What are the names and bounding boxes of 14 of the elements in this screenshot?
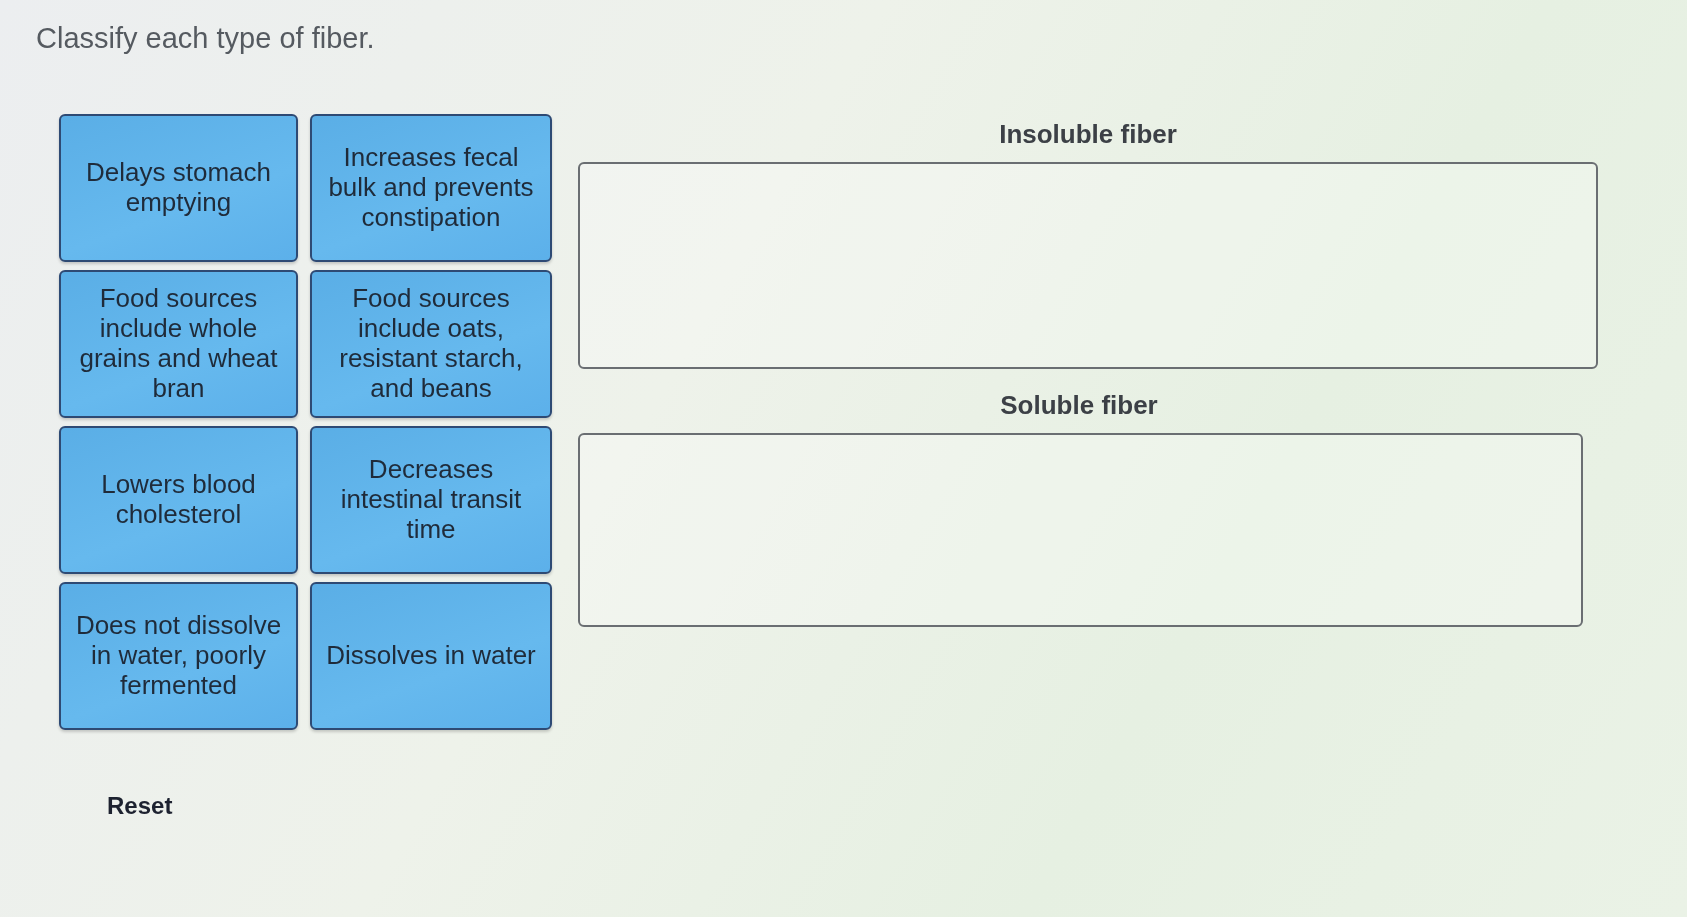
drag-card[interactable]: Increases fecal bulk and prevents constipation <box>310 114 552 262</box>
drag-card[interactable]: Decreases intestinal transit time <box>310 426 552 574</box>
drag-card[interactable]: Food sources include oats, resistant starch, and beans <box>310 270 552 418</box>
drag-card[interactable]: Does not dissolve in water, poorly fermented <box>59 582 298 730</box>
question-text: Classify each type of fiber. <box>36 21 375 56</box>
drag-card[interactable]: Lowers blood cholesterol <box>59 426 298 574</box>
zone-label: Insoluble fiber <box>999 119 1177 149</box>
reset-button[interactable]: Reset <box>105 790 175 822</box>
drag-card[interactable]: Food sources include whole grains and wheat bran <box>59 270 298 418</box>
drag-card[interactable]: Delays stomach emptying <box>59 114 298 262</box>
drop-zone[interactable] <box>578 433 1583 627</box>
drag-card[interactable]: Dissolves in water <box>310 582 552 730</box>
drop-zone[interactable] <box>578 162 1598 369</box>
zone-label: Soluble fiber <box>1000 390 1158 420</box>
